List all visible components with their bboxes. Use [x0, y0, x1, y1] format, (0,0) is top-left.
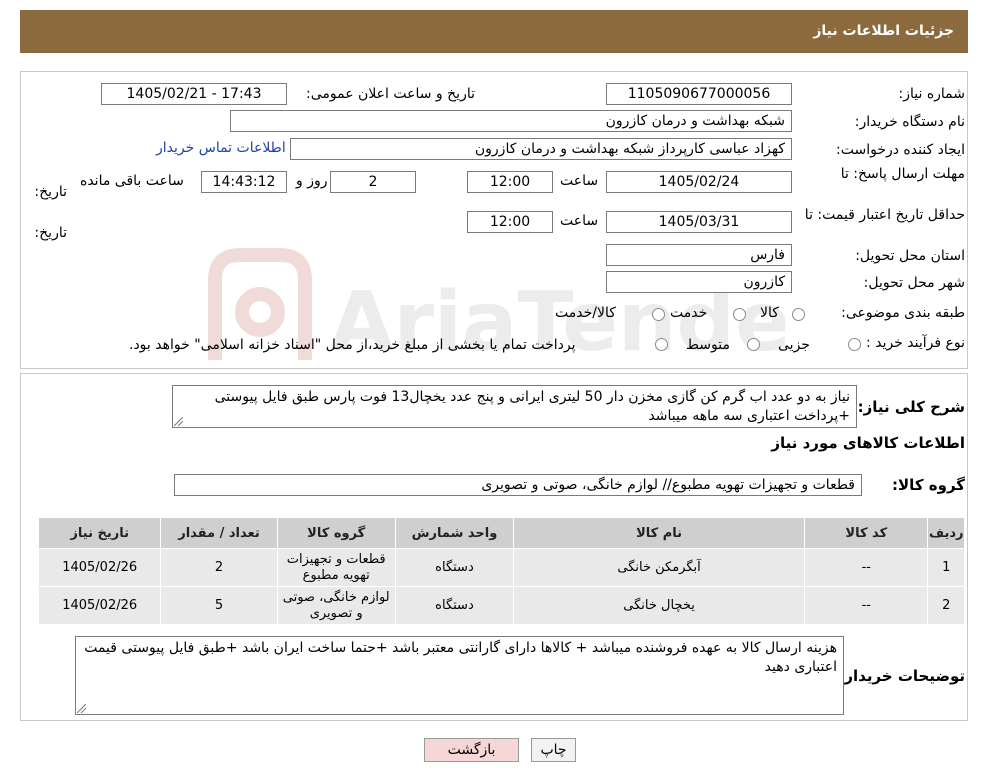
cell-unit: دستگاه: [394, 548, 515, 587]
cell-group: قطعات و تجهیزات تهویه مطبوع: [276, 548, 396, 587]
process-option-medium: متوسط: [686, 337, 730, 353]
items-table: ردیف کد کالا نام کالا واحد شمارش گروه کا…: [37, 517, 965, 625]
remaining-days-field: 2: [330, 171, 416, 193]
province-label: استان محل تحویل:: [855, 248, 965, 264]
buyer-notes-textarea[interactable]: هزینه ارسال کالا به عهده فروشنده میباشد …: [75, 636, 844, 715]
page-header: جزئیات اطلاعات نیاز: [20, 10, 968, 53]
validity-label-line2: تاریخ:: [34, 225, 67, 241]
cell-row-number: 1: [927, 548, 965, 587]
page-title: جزئیات اطلاعات نیاز: [813, 23, 954, 39]
col-header-code: کد کالا: [804, 517, 929, 549]
buyer-notes-label: توضیحات خریدار:: [838, 667, 965, 685]
cell-qty: 5: [160, 586, 278, 625]
table-row: 1 -- آبگرمکن خانگی دستگاه قطعات و تجهیزا…: [37, 548, 965, 587]
description-textarea[interactable]: نیاز به دو عدد اب گرم کن گازی مخزن دار 5…: [172, 385, 857, 428]
cell-code: --: [804, 586, 929, 625]
buyer-contact-link[interactable]: اطلاعات تماس خریدار: [156, 140, 286, 156]
cell-code: --: [804, 548, 929, 587]
cell-qty: 2: [160, 548, 278, 587]
remaining-label: ساعت باقی مانده: [80, 173, 184, 189]
category-option-goods: کالا: [760, 305, 779, 321]
table-row: 2 -- یخچال خانگی دستگاه لوازم خانگی، صوت…: [37, 586, 965, 625]
category-radio-goods[interactable]: [792, 308, 805, 321]
validity-label-line1: حداقل تاریخ اعتبار قیمت: تا: [804, 207, 965, 223]
cell-row-number: 2: [927, 586, 965, 625]
process-radio-medium[interactable]: [747, 338, 760, 351]
category-radio-goods-service[interactable]: [652, 308, 665, 321]
cell-name: آبگرمکن خانگی: [513, 548, 806, 587]
city-label: شهر محل تحویل:: [863, 275, 965, 291]
days-label: روز و: [296, 173, 328, 189]
process-note: پرداخت تمام یا بخشی از مبلغ خرید،از محل …: [129, 337, 576, 353]
col-header-date: تاریخ نیاز: [37, 517, 162, 549]
back-button[interactable]: بازگشت: [424, 738, 519, 762]
treasury-bond-checkbox[interactable]: [655, 338, 668, 351]
deadline-time-label: ساعت: [560, 173, 599, 189]
col-header-qty: تعداد / مقدار: [160, 517, 278, 549]
description-label: شرح کلی نیاز:: [857, 398, 965, 416]
deadline-label-line2: تاریخ:: [34, 184, 67, 200]
cell-date: 1405/02/26: [37, 586, 162, 625]
col-header-row-number: ردیف: [927, 517, 965, 549]
cell-group: لوازم خانگی، صوتی و تصویری: [276, 586, 396, 625]
cell-unit: دستگاه: [394, 586, 515, 625]
buyer-field: شبکه بهداشت و درمان کازرون: [230, 110, 792, 132]
need-number-label: شماره نیاز:: [898, 86, 966, 102]
col-header-unit: واحد شمارش: [394, 517, 515, 549]
cell-date: 1405/02/26: [37, 548, 162, 587]
remaining-time-field: 14:43:12: [201, 171, 287, 193]
cell-name: یخچال خانگی: [513, 586, 806, 625]
deadline-date-field: 1405/02/24: [606, 171, 792, 193]
process-option-minor: جزیی: [778, 337, 810, 353]
notes-resize-grip-icon[interactable]: [77, 704, 86, 713]
print-button[interactable]: چاپ: [531, 738, 576, 762]
col-header-name: نام کالا: [513, 517, 806, 549]
deadline-time-field: 12:00: [467, 171, 553, 193]
category-label: طبقه بندی موضوعی:: [841, 305, 965, 321]
goods-group-field: قطعات و تجهیزات تهویه مطبوع// لوازم خانگ…: [174, 474, 862, 496]
buyer-label: نام دستگاه خریدار:: [854, 114, 965, 130]
table-header-row: ردیف کد کالا نام کالا واحد شمارش گروه کا…: [37, 517, 965, 549]
description-resize-grip-icon[interactable]: [174, 417, 183, 426]
col-header-group: گروه کالا: [276, 517, 396, 549]
creator-label: ایجاد کننده درخواست:: [836, 142, 965, 158]
creator-field: کهزاد عباسی کارپرداز شبکه بهداشت و درمان…: [290, 138, 792, 160]
category-option-service: خدمت: [670, 305, 708, 321]
city-field: کازرون: [606, 271, 792, 293]
need-number-field: 1105090677000056: [606, 83, 792, 105]
process-radio-minor[interactable]: [848, 338, 861, 351]
category-option-goods-service: کالا/خدمت: [555, 305, 616, 321]
process-label: نوع فرآیند خرید :: [866, 335, 965, 351]
validity-time-field: 12:00: [467, 211, 553, 233]
validity-time-label: ساعت: [560, 213, 599, 229]
goods-group-label: گروه کالا:: [892, 476, 965, 494]
validity-date-field: 1405/03/31: [606, 211, 792, 233]
items-section-title: اطلاعات کالاهای مورد نیاز: [771, 434, 965, 452]
announce-label: تاریخ و ساعت اعلان عمومی:: [306, 86, 475, 102]
deadline-label-line1: مهلت ارسال پاسخ: تا: [840, 166, 965, 182]
category-radio-service[interactable]: [733, 308, 746, 321]
province-field: فارس: [606, 244, 792, 266]
announce-datetime-field: 1405/02/21 - 17:43: [101, 83, 287, 105]
